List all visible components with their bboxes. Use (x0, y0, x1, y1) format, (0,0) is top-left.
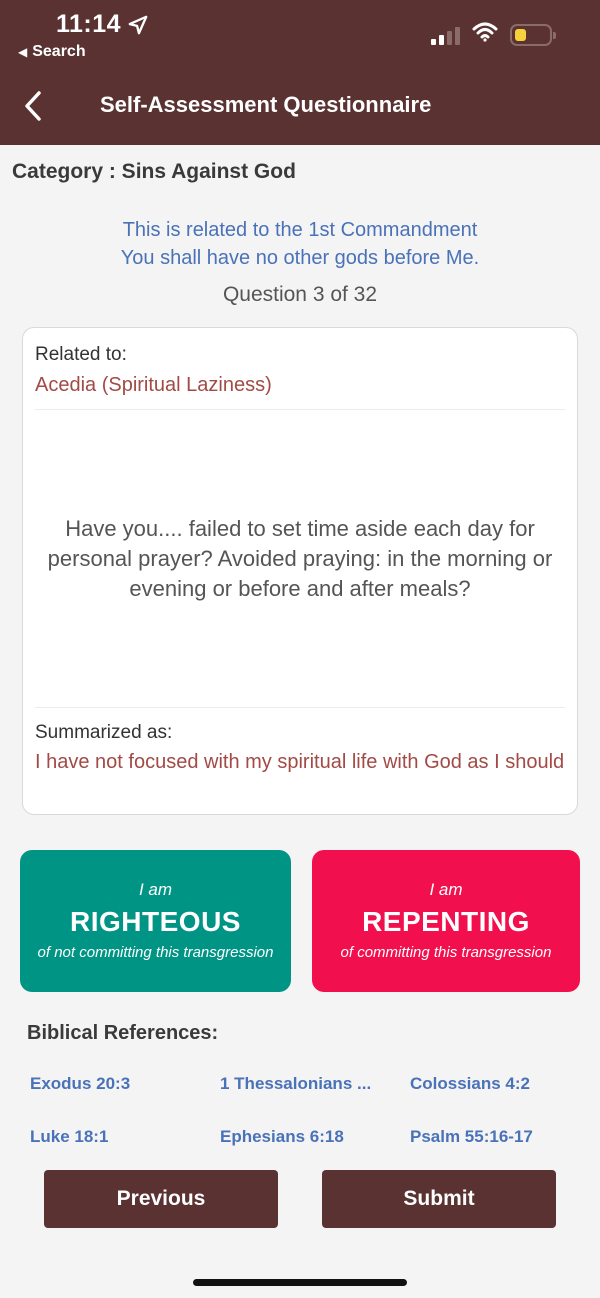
question-text: Have you.... failed to set time aside ea… (47, 516, 553, 601)
summarized-as-label: Summarized as: (35, 722, 173, 743)
chevron-left-icon (25, 91, 41, 121)
repenting-title: REPENTING (362, 906, 530, 937)
repenting-subtitle: of committing this transgression (340, 944, 552, 961)
app-header: 11:14 ◀ Search Self-Assessment Questionn… (0, 0, 600, 145)
back-triangle-icon: ◀ (18, 45, 28, 59)
question-card: Related to: Acedia (Spiritual Laziness) … (22, 327, 578, 815)
wifi-icon (472, 22, 498, 47)
repenting-button[interactable]: I am REPENTING of committing this transg… (312, 850, 580, 992)
home-indicator[interactable] (193, 1279, 407, 1286)
righteous-prefix: I am (138, 880, 173, 899)
commandment-info: This is related to the 1st Commandment Y… (0, 216, 600, 272)
biblical-references-title: Biblical References: (27, 1022, 219, 1044)
summary-value: I have not focused with my spiritual lif… (35, 751, 565, 773)
submit-button[interactable]: Submit (322, 1170, 556, 1228)
righteous-button[interactable]: I am RIGHTEOUS of not committing this tr… (20, 850, 291, 992)
status-time-label: 11:14 (56, 10, 122, 38)
question-counter: Question 3 of 32 (222, 283, 378, 306)
back-button[interactable] (18, 88, 48, 124)
previous-button[interactable]: Previous (44, 1170, 278, 1228)
cellular-signal-icon (431, 25, 460, 45)
commandment-line-2: You shall have no other gods before Me. (120, 247, 480, 269)
reference-link[interactable]: Ephesians 6:18 (220, 1127, 344, 1147)
status-indicators (431, 22, 556, 47)
reference-link[interactable]: Luke 18:1 (30, 1127, 108, 1147)
card-divider-top (35, 409, 565, 410)
related-to-value: Acedia (Spiritual Laziness) (35, 374, 272, 396)
righteous-title: RIGHTEOUS (70, 906, 241, 937)
reference-link[interactable]: Exodus 20:3 (30, 1074, 130, 1094)
repenting-prefix: I am (429, 880, 463, 899)
commandment-line-1: This is related to the 1st Commandment (122, 219, 478, 241)
page-title: Self-Assessment Questionnaire (100, 92, 432, 117)
card-divider-bottom (35, 707, 565, 708)
reference-link[interactable]: Colossians 4:2 (410, 1074, 530, 1094)
category-heading: Category : Sins Against God (12, 160, 296, 183)
back-to-search-label: Search (32, 43, 86, 60)
reference-link[interactable]: 1 Thessalonians ... (220, 1074, 371, 1094)
reference-link[interactable]: Psalm 55:16-17 (410, 1127, 533, 1147)
back-to-search-link[interactable]: ◀ Search (18, 43, 86, 61)
related-to-label: Related to: (35, 344, 127, 365)
status-time: 11:14 (56, 10, 149, 39)
battery-icon (510, 23, 556, 46)
location-arrow-icon (128, 15, 148, 34)
righteous-subtitle: of not committing this transgression (37, 944, 274, 961)
